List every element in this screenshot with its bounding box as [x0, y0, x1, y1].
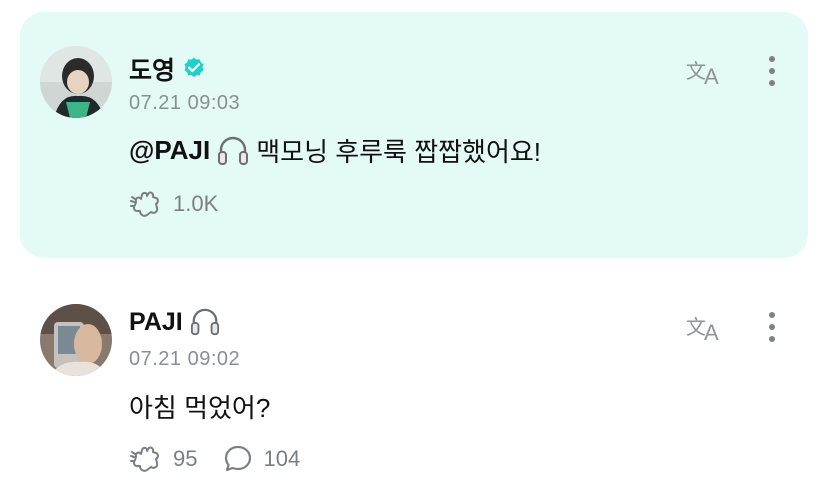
- translate-button[interactable]: 文 A: [686, 54, 726, 88]
- more-options-button[interactable]: [765, 310, 779, 344]
- svg-text:A: A: [704, 320, 719, 344]
- svg-text:A: A: [704, 64, 719, 88]
- translate-icon: 文 A: [686, 59, 719, 88]
- translate-button[interactable]: 文 A: [686, 310, 726, 344]
- reaction-button[interactable]: 95: [129, 444, 197, 474]
- comment-button[interactable]: 104: [223, 444, 300, 474]
- more-options-button[interactable]: [765, 54, 779, 88]
- avatar-photo-icon: [40, 46, 112, 118]
- headphones-icon: [216, 135, 250, 167]
- more-vertical-icon: [769, 312, 775, 342]
- post-timestamp: 07.21 09:02: [129, 348, 241, 370]
- svg-text:文: 文: [686, 315, 706, 339]
- post-body: 아침 먹었어?: [129, 388, 270, 425]
- reaction-icon: [129, 189, 163, 219]
- avatar[interactable]: [40, 46, 112, 118]
- post-body: @PAJI 맥모닝 후루룩 짭짭했어요!: [129, 132, 541, 169]
- verified-badge-icon: [181, 56, 207, 82]
- headphones-icon: [189, 307, 221, 337]
- translate-icon: 文 A: [686, 315, 719, 344]
- more-vertical-icon: [769, 56, 775, 86]
- post-text: 아침 먹었어?: [129, 393, 271, 423]
- author-name[interactable]: PAJI: [129, 308, 183, 337]
- author-name[interactable]: 도영: [129, 51, 175, 87]
- avatar-photo-icon: [40, 304, 112, 376]
- reaction-count: 95: [173, 446, 198, 471]
- avatar[interactable]: [40, 304, 112, 376]
- mention-link[interactable]: @PAJI: [129, 135, 210, 166]
- post-text: 맥모닝 후루룩 짭짭했어요!: [256, 137, 542, 167]
- comment-count: 104: [263, 446, 301, 471]
- post-timestamp: 07.21 09:03: [129, 92, 241, 114]
- comment-icon: [223, 444, 253, 474]
- svg-text:文: 文: [686, 59, 706, 83]
- reaction-count: 1.0K: [173, 191, 219, 216]
- reaction-icon: [129, 444, 163, 474]
- reaction-button[interactable]: 1.0K: [129, 189, 218, 219]
